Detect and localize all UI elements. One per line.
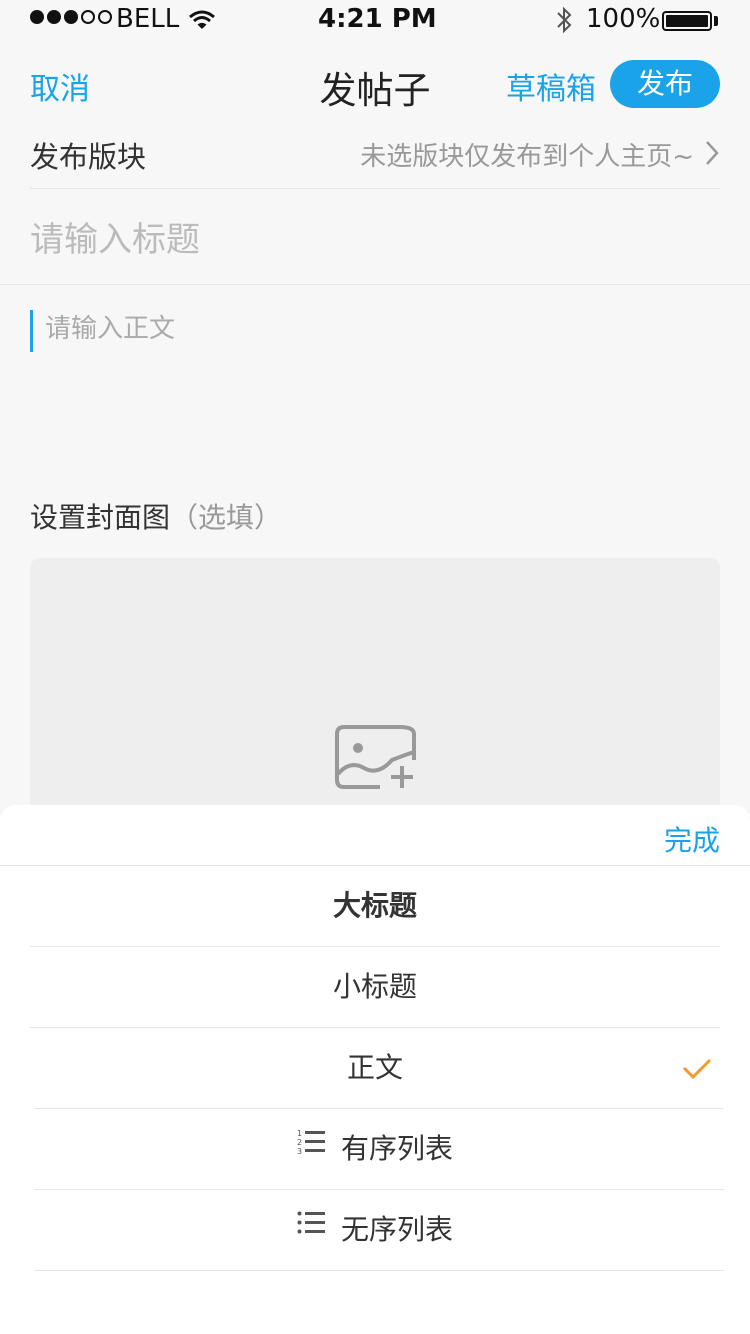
- svg-text:1: 1: [297, 1129, 302, 1138]
- publish-button[interactable]: 发布: [610, 60, 720, 108]
- bluetooth-icon: [554, 5, 574, 42]
- wifi-icon: [188, 8, 216, 38]
- ordered-list-icon: 1 2 3: [297, 1107, 327, 1187]
- cover-optional-hint: （选填）: [170, 501, 283, 534]
- svg-text:2: 2: [297, 1138, 302, 1147]
- checkmark-icon: [682, 1054, 712, 1087]
- format-option-label: 小标题: [332, 970, 417, 1003]
- drafts-button[interactable]: 草稿箱: [506, 64, 596, 108]
- divider: [30, 188, 720, 189]
- title-input[interactable]: [30, 212, 720, 268]
- body-input[interactable]: [30, 310, 720, 460]
- section-value: 未选版块仅发布到个人主页~: [360, 142, 694, 172]
- battery-icon: [662, 11, 712, 31]
- cover-label-text: 设置封面图: [30, 501, 171, 534]
- unordered-list-icon: [297, 1188, 327, 1268]
- caret-mask: [30, 352, 34, 472]
- carrier-name: BELL: [116, 4, 180, 34]
- divider: [34, 1270, 724, 1271]
- svg-text:3: 3: [297, 1147, 302, 1156]
- status-bar: BELL 4:21 PM 100%: [0, 0, 750, 40]
- format-sheet: 完成 大标题 小标题 正文 1 2 3 有序列表 无序列表: [0, 805, 750, 1334]
- status-time: 4:21 PM: [318, 4, 437, 34]
- add-image-icon: [334, 724, 418, 796]
- format-option-heading[interactable]: 大标题: [30, 866, 720, 946]
- format-option-label: 正文: [346, 1051, 403, 1084]
- format-option-subheading[interactable]: 小标题: [30, 947, 720, 1027]
- section-label: 发布版块: [30, 140, 147, 174]
- battery-tip: [714, 16, 718, 26]
- format-option-unordered-list[interactable]: 无序列表: [30, 1190, 720, 1270]
- chevron-right-icon: [704, 140, 720, 170]
- divider: [0, 284, 750, 285]
- signal-strength-icon: [30, 10, 112, 24]
- format-option-label: 无序列表: [340, 1213, 453, 1246]
- format-option-ordered-list[interactable]: 1 2 3 有序列表: [30, 1109, 720, 1189]
- cancel-button[interactable]: 取消: [30, 64, 90, 108]
- cover-label: 设置封面图（选填）: [30, 496, 282, 536]
- format-option-label: 大标题: [332, 889, 417, 922]
- done-button[interactable]: 完成: [664, 819, 720, 859]
- format-option-body-text[interactable]: 正文: [30, 1028, 720, 1108]
- format-option-label: 有序列表: [340, 1132, 453, 1165]
- battery-percent: 100%: [586, 4, 661, 34]
